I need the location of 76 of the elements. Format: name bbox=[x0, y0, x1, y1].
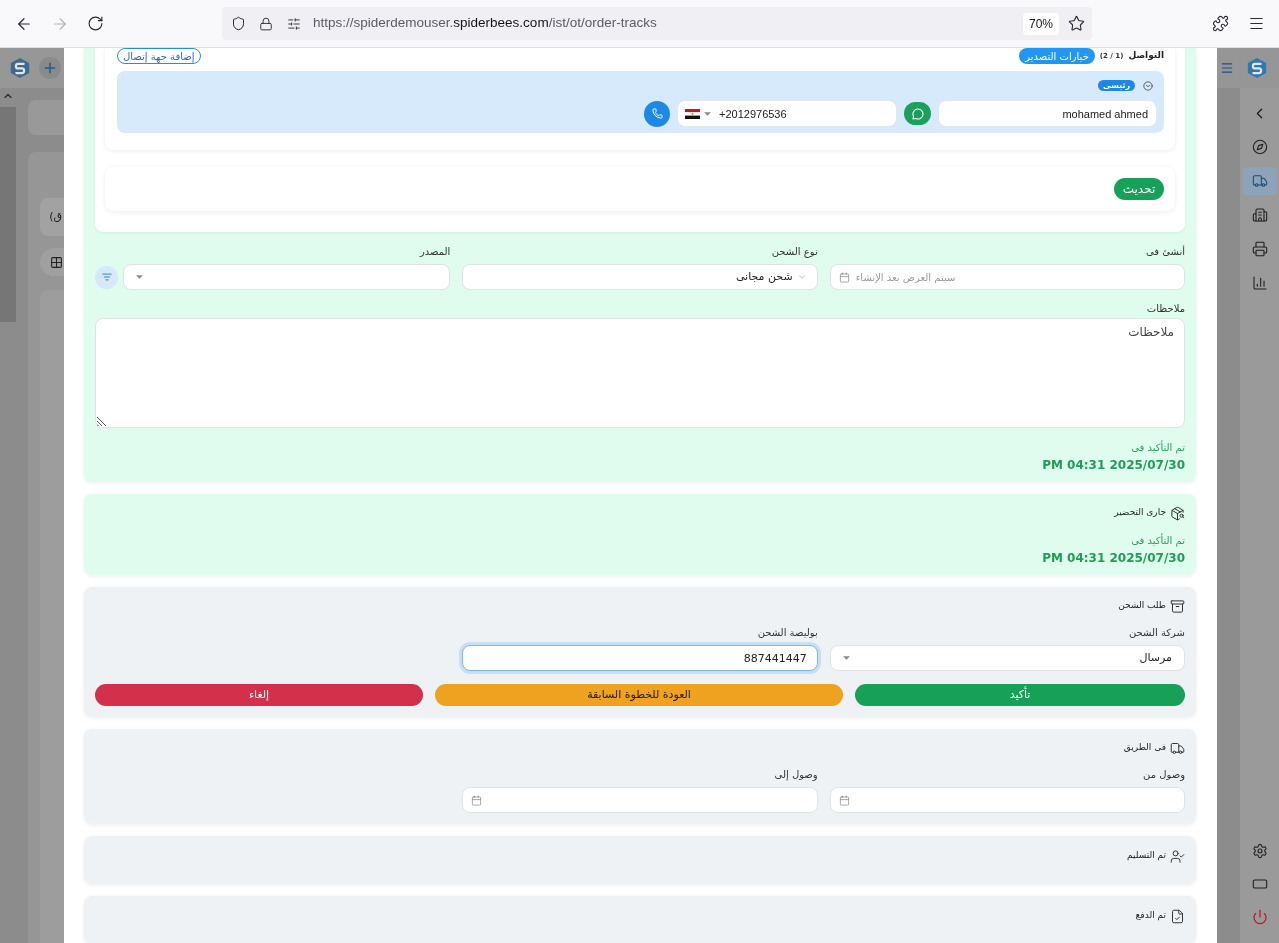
field-label: وصول من bbox=[1142, 769, 1185, 781]
package-search-icon bbox=[1170, 505, 1185, 521]
shield-icon[interactable] bbox=[231, 16, 246, 31]
field-label: بوليصة الشحن bbox=[756, 627, 818, 639]
stage-title: تم التسليم bbox=[1126, 849, 1166, 863]
sliders-icon[interactable] bbox=[287, 16, 301, 31]
url-text: https://spiderdemouser.spiderbees.com/ist/ot/order-tracks bbox=[313, 14, 657, 33]
power-icon[interactable] bbox=[1251, 908, 1268, 925]
stage-title: جارى التحضير bbox=[1114, 506, 1166, 520]
building-icon[interactable] bbox=[1251, 207, 1268, 223]
settings-icon[interactable] bbox=[1251, 842, 1268, 859]
caret-icon bbox=[704, 111, 711, 116]
stage-title: فى الطريق bbox=[1123, 741, 1166, 755]
field-label: المصدر bbox=[418, 246, 451, 258]
logo-icon bbox=[9, 57, 31, 79]
stage-title: طلب الشحن bbox=[1118, 599, 1166, 613]
document-check-icon bbox=[1170, 908, 1185, 924]
text-field[interactable]: 887441447 bbox=[462, 645, 818, 671]
grid-button[interactable] bbox=[40, 248, 64, 276]
notes-field[interactable]: ملاحظات bbox=[95, 318, 1185, 428]
truck-icon[interactable] bbox=[1242, 167, 1277, 195]
grid-icon bbox=[50, 255, 63, 269]
confirmed-time: PM 04:31 2025/07/30 bbox=[1042, 458, 1185, 472]
plus-icon bbox=[42, 60, 58, 76]
date-field[interactable]: سيتم العرض بعد الإنشاء bbox=[829, 264, 1185, 290]
printer-icon[interactable] bbox=[1251, 241, 1268, 257]
chat-icon bbox=[911, 107, 924, 120]
archive-icon bbox=[1170, 598, 1185, 614]
truck-icon bbox=[1170, 740, 1185, 756]
resize-handle-icon[interactable] bbox=[97, 416, 107, 426]
logo-icon bbox=[1246, 57, 1268, 79]
zoom-level[interactable]: 70% bbox=[1022, 12, 1059, 35]
address-bar[interactable]: https://spiderdemouser.spiderbees.com/ist/ot/order-tracks 70% bbox=[222, 7, 1092, 40]
field-label: أنشئ فى bbox=[1144, 246, 1185, 258]
name-field[interactable]: mohamed ahmed bbox=[938, 100, 1157, 127]
extensions-icon[interactable] bbox=[1212, 15, 1229, 32]
caret-icon bbox=[136, 275, 143, 279]
caret-icon bbox=[842, 656, 850, 660]
back-button[interactable]: العودة للخطوة السابقة bbox=[435, 684, 843, 706]
add-contact-button[interactable]: إضافة جهة إتصال bbox=[117, 48, 201, 64]
confirmed-label: تم التأكيد فى bbox=[1131, 535, 1185, 546]
calendar-icon bbox=[838, 794, 850, 806]
flag-icon bbox=[685, 108, 700, 119]
compass-icon[interactable] bbox=[1251, 139, 1268, 155]
calendar-icon bbox=[471, 794, 483, 806]
field-label: ملاحظات bbox=[1145, 303, 1185, 315]
call-button[interactable] bbox=[644, 100, 670, 127]
select-field[interactable]: شحن مجانى bbox=[462, 264, 818, 290]
field-label: وصول إلى bbox=[773, 769, 818, 781]
reload-icon[interactable] bbox=[87, 15, 104, 32]
background-field: ق) bbox=[40, 198, 64, 236]
user-check-icon bbox=[1170, 848, 1185, 864]
calendar-icon bbox=[838, 271, 850, 283]
bar-chart-icon[interactable] bbox=[1251, 275, 1268, 291]
star-icon[interactable] bbox=[1068, 15, 1085, 32]
confirmed-label: تم التأكيد فى bbox=[1131, 442, 1185, 453]
contacts-title: التواصل bbox=[1128, 49, 1164, 63]
cancel-button[interactable]: إلغاء bbox=[95, 684, 423, 706]
select-field[interactable] bbox=[123, 264, 451, 290]
primary-badge: رئيسى bbox=[1097, 80, 1135, 91]
confirmed-time: PM 04:31 2025/07/30 bbox=[1042, 551, 1185, 565]
phone-icon bbox=[651, 108, 663, 119]
date-field[interactable] bbox=[829, 787, 1185, 813]
menu-icon[interactable] bbox=[1248, 15, 1265, 32]
background-card bbox=[28, 100, 64, 135]
chat-button[interactable] bbox=[904, 102, 931, 125]
stage-title: تم الدفع bbox=[1135, 909, 1166, 923]
select-field[interactable]: مرسال bbox=[829, 645, 1185, 671]
field-label: نوع الشحن bbox=[770, 246, 818, 258]
list-icon bbox=[101, 272, 112, 282]
chevron-down-icon bbox=[796, 272, 807, 282]
lock-icon[interactable] bbox=[259, 16, 273, 31]
chevron-circle-icon[interactable] bbox=[1143, 80, 1153, 91]
field-label: شركة الشحن bbox=[1128, 627, 1185, 639]
date-field[interactable] bbox=[462, 787, 818, 813]
phone-field[interactable]: +2012976536 bbox=[677, 100, 897, 127]
